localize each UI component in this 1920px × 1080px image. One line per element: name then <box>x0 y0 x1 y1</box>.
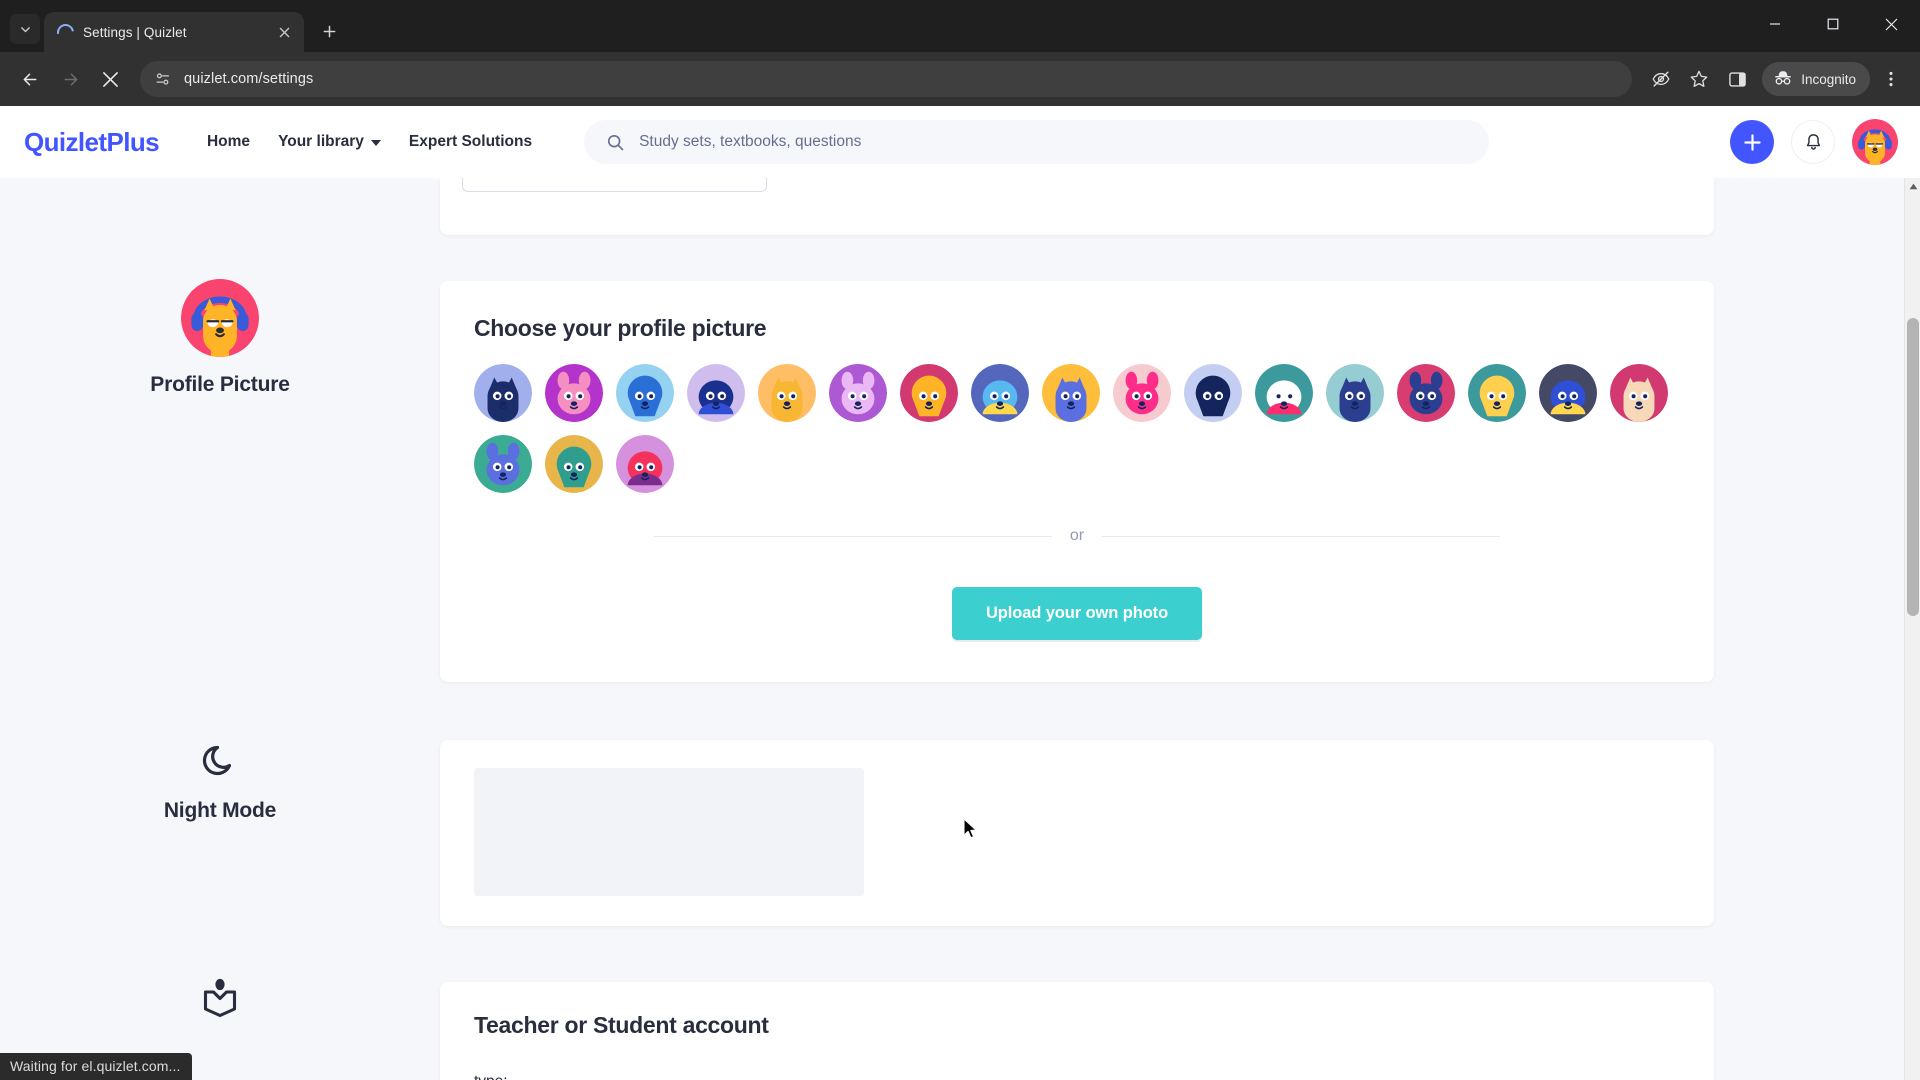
avatar-option-penguin-avatar[interactable] <box>616 364 674 422</box>
main-nav: Home Your library Expert Solutions <box>193 125 546 159</box>
avatar-option-deer-avatar[interactable] <box>758 364 816 422</box>
tab-search-icon[interactable] <box>10 14 40 44</box>
eye-off-icon[interactable] <box>1644 62 1678 96</box>
avatar-option-space-bear-avatar[interactable] <box>1539 364 1597 422</box>
incognito-hat-icon <box>1772 69 1794 89</box>
clipped-settings-card <box>440 178 1714 235</box>
divider-label: or <box>1069 527 1085 544</box>
browser-toolbar: quizlet.com/settings Incognito <box>0 52 1920 106</box>
maximize-icon[interactable] <box>1804 0 1862 48</box>
avatar-option-grid <box>474 364 1674 493</box>
header-actions <box>1730 119 1898 165</box>
close-icon[interactable] <box>274 22 294 42</box>
avatar-option-monkey-avatar[interactable] <box>1397 364 1455 422</box>
divider-line-right <box>1102 535 1501 537</box>
star-icon[interactable] <box>1682 62 1716 96</box>
new-tab-button[interactable] <box>314 16 344 46</box>
site-header: QuizletPlus Home Your library Expert Sol… <box>0 106 1920 178</box>
status-bar: Waiting for el.quizlet.com... <box>0 1053 193 1080</box>
nav-item-expert-solutions[interactable]: Expert Solutions <box>395 125 546 159</box>
nav-item-label: Home <box>206 133 251 150</box>
loading-spinner-icon <box>53 20 78 44</box>
avatar-option-llama-avatar[interactable] <box>1610 364 1668 422</box>
avatar-option-octopus-avatar[interactable] <box>971 364 1029 422</box>
account-type-card: Teacher or Student account type: <box>440 982 1714 1080</box>
side-panel-icon[interactable] <box>1720 62 1754 96</box>
profile-picture-label-group: Profile Picture <box>0 235 440 397</box>
night-mode-loading-skeleton <box>474 768 864 896</box>
address-bar[interactable]: quizlet.com/settings <box>140 61 1633 97</box>
avatar-option-panda-avatar[interactable] <box>1184 364 1242 422</box>
avatar-option-flamingo-avatar[interactable] <box>1113 364 1171 422</box>
incognito-indicator[interactable]: Incognito <box>1762 62 1870 96</box>
nav-item-label: Expert Solutions <box>408 133 533 150</box>
or-divider: or <box>654 527 1501 545</box>
nav-item-home[interactable]: Home <box>193 125 264 159</box>
account-type-title: Teacher or Student account <box>474 1012 769 1038</box>
settings-content: Profile Picture Choose your profile pict… <box>0 178 1904 1080</box>
browser-window: Settings | Quizlet quizlet.com/settings … <box>0 0 1920 1080</box>
tab-title: Settings | Quizlet <box>83 24 187 40</box>
avatar-option-koala-avatar[interactable] <box>1042 364 1100 422</box>
avatar-option-toucan-avatar[interactable] <box>545 435 603 493</box>
avatar[interactable] <box>1852 119 1898 165</box>
create-button[interactable] <box>1730 120 1774 164</box>
browser-tab[interactable]: Settings | Quizlet <box>44 12 304 52</box>
avatar-option-mouse-on-book-avatar[interactable] <box>829 364 887 422</box>
avatar-option-eagle-avatar[interactable] <box>1255 364 1313 422</box>
avatar-option-blue-bird-avatar[interactable] <box>474 364 532 422</box>
address-bar-url: quizlet.com/settings <box>184 71 314 87</box>
settings-row-profile-picture: Profile Picture Choose your profile pict… <box>0 235 1904 682</box>
minimize-icon[interactable] <box>1746 0 1804 48</box>
night-mode-label: Night Mode <box>163 799 277 822</box>
kebab-menu-icon[interactable] <box>1874 62 1908 96</box>
upload-photo-button[interactable]: Upload your own photo <box>951 587 1203 640</box>
person-book-icon <box>198 976 242 1025</box>
choose-profile-picture-title: Choose your profile picture <box>474 315 767 341</box>
avatar-option-pink-bunny-avatar[interactable] <box>545 364 603 422</box>
account-type-label-group <box>0 926 440 1039</box>
settings-row-account-type: Teacher or Student account type: <box>0 926 1904 1080</box>
night-mode-card <box>440 740 1714 926</box>
window-controls <box>1746 0 1920 48</box>
page-viewport: QuizletPlus Home Your library Expert Sol… <box>0 106 1920 1080</box>
scrollbar-thumb[interactable] <box>1907 318 1919 616</box>
close-window-icon[interactable] <box>1862 0 1920 48</box>
settings-row-clipped <box>0 178 1904 235</box>
nav-item-label: Your library <box>278 133 364 150</box>
clipped-text-input[interactable] <box>462 178 767 192</box>
night-mode-label-group: Night Mode <box>0 682 440 823</box>
settings-row-night-mode: Night Mode <box>0 682 1904 926</box>
incognito-label: Incognito <box>1801 71 1856 87</box>
avatar-option-scuba-diver-avatar[interactable] <box>1326 364 1384 422</box>
divider-line-left <box>654 535 1052 537</box>
account-type-subtitle: type: <box>474 1073 1680 1080</box>
page-info-icon[interactable] <box>154 70 172 88</box>
page-scrollbar[interactable] <box>1904 178 1920 1080</box>
avatar-option-cat-headphones-avatar[interactable] <box>900 364 958 422</box>
notifications-button[interactable] <box>1791 120 1835 164</box>
profile-picture-label: Profile Picture <box>150 373 290 396</box>
avatar-option-bird-piano-avatar[interactable] <box>616 435 674 493</box>
moon-icon <box>200 740 240 785</box>
search-icon <box>606 133 625 152</box>
tab-strip: Settings | Quizlet <box>0 0 1920 52</box>
search-input[interactable]: Study sets, textbooks, questions <box>584 120 1490 164</box>
current-profile-picture <box>181 279 259 357</box>
stop-loading-button[interactable] <box>92 61 128 97</box>
nav-item-your-library[interactable]: Your library <box>264 125 395 159</box>
scroll-up-arrow-icon[interactable] <box>1905 178 1920 195</box>
avatar-option-giraffe-reading-avatar[interactable] <box>1468 364 1526 422</box>
quizlet-logo[interactable]: QuizletPlus <box>24 127 160 158</box>
search-placeholder: Study sets, textbooks, questions <box>639 133 862 150</box>
avatar-option-blue-fish-avatar[interactable] <box>687 364 745 422</box>
profile-picture-card: Choose your profile picture or Upload yo… <box>440 281 1714 682</box>
back-button[interactable] <box>12 61 48 97</box>
avatar-option-raccoon-hat-avatar[interactable] <box>474 435 532 493</box>
chevron-down-icon <box>370 140 381 146</box>
forward-button[interactable] <box>52 61 88 97</box>
